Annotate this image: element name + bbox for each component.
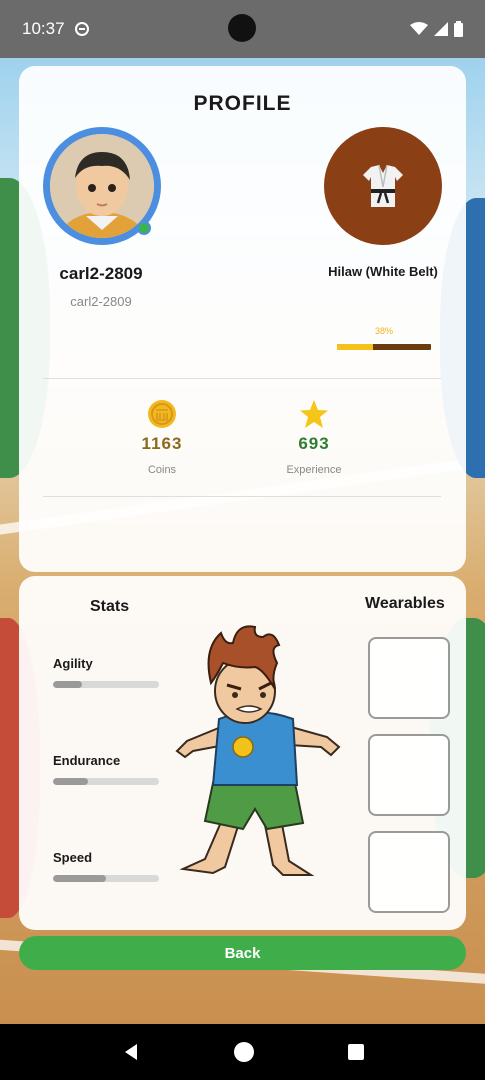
stat-bar	[53, 875, 159, 882]
divider	[43, 378, 441, 379]
rank-progress-fill	[337, 344, 373, 350]
avatar[interactable]	[43, 127, 161, 245]
wifi-icon	[410, 22, 428, 35]
experience-label: Experience	[286, 464, 342, 476]
username: carl2-2809	[59, 264, 143, 283]
stat-bar	[53, 778, 159, 785]
stats-heading: Stats	[90, 598, 130, 615]
wearables-heading: Wearables	[365, 595, 445, 612]
stat-bar	[53, 681, 159, 688]
coins-stat: 1163 Coins	[102, 398, 222, 476]
gi-uniform-icon	[363, 165, 403, 207]
coins-value: 1163	[141, 434, 183, 453]
notification-icon	[74, 22, 89, 36]
status-bar: 10:37	[0, 0, 485, 58]
rank-progress-percent: 38%	[374, 326, 393, 336]
character-illustration	[163, 623, 353, 885]
page-title: PROFILE	[193, 92, 292, 115]
stat-speed: Speed	[53, 850, 159, 882]
coins-label: Coins	[147, 464, 177, 476]
divider	[43, 496, 441, 497]
status-time: 10:37	[22, 19, 65, 38]
rank-progress-bar	[337, 344, 431, 350]
stat-bar-fill	[53, 875, 106, 882]
battery-icon	[454, 21, 463, 37]
wearable-slot-2[interactable]	[368, 734, 450, 816]
stat-label: Speed	[53, 850, 93, 865]
signal-icon	[434, 22, 448, 36]
user-handle: carl2-2809	[70, 294, 132, 309]
stat-bar-fill	[53, 681, 82, 688]
camera-cutout	[228, 14, 256, 42]
nav-home-icon[interactable]	[233, 1041, 255, 1063]
stat-agility: Agility	[53, 656, 159, 688]
rank-label: Hilaw (White Belt)	[328, 264, 438, 279]
stat-label: Endurance	[53, 753, 121, 768]
star-icon	[300, 400, 328, 428]
nav-recents-icon[interactable]	[347, 1043, 365, 1061]
experience-value: 693	[298, 434, 330, 453]
coin-icon	[148, 400, 176, 428]
wearable-slot-3[interactable]	[368, 831, 450, 913]
online-indicator	[137, 221, 151, 235]
nav-back-icon[interactable]	[121, 1042, 141, 1062]
stat-bar-fill	[53, 778, 88, 785]
stat-label: Agility	[53, 656, 93, 671]
belt-badge	[324, 127, 442, 245]
system-nav-bar	[0, 1024, 485, 1080]
back-button[interactable]: Back	[19, 936, 466, 970]
wearable-slot-1[interactable]	[368, 637, 450, 719]
stat-endurance: Endurance	[53, 753, 159, 785]
experience-stat: 693 Experience	[254, 398, 374, 476]
